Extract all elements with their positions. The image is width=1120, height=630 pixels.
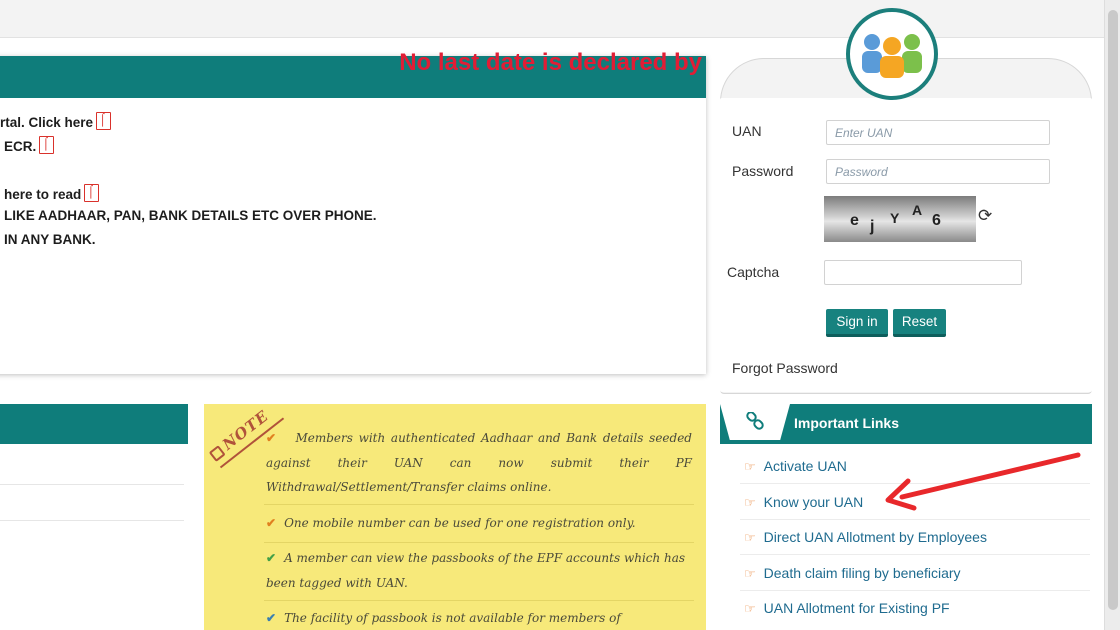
refresh-icon[interactable]: ⟳ bbox=[978, 206, 992, 226]
left-lower-card bbox=[0, 404, 188, 630]
link-text[interactable]: Activate UAN bbox=[764, 458, 847, 474]
pdf-icon[interactable] bbox=[39, 136, 55, 154]
link-text[interactable]: Know your UAN bbox=[764, 494, 864, 510]
notice-text: ECR. bbox=[4, 139, 37, 154]
link-icon bbox=[746, 411, 764, 430]
notice-text: here to read bbox=[4, 187, 82, 202]
divider bbox=[264, 600, 694, 601]
captcha-input[interactable] bbox=[824, 260, 1022, 285]
captcha-char: A bbox=[912, 202, 923, 218]
link-death-claim[interactable]: ☞ Death claim filing by beneficiary bbox=[744, 565, 1089, 582]
note-item: ✔ One mobile number can be used for one r… bbox=[266, 511, 692, 536]
pencil-icon bbox=[208, 445, 226, 462]
check-icon: ✔ bbox=[266, 516, 277, 530]
pointing-hand-icon: ☞ bbox=[744, 601, 756, 616]
link-direct-uan-allotment[interactable]: ☞ Direct UAN Allotment by Employees bbox=[744, 529, 1089, 546]
link-text[interactable]: UAN Allotment for Existing PF bbox=[764, 600, 950, 616]
note-card: NOTE ✔ Members with authenticated Aadhaa… bbox=[204, 404, 706, 630]
members-logo-icon bbox=[846, 8, 938, 100]
captcha-image: e j Y A 6 bbox=[824, 196, 976, 242]
note-item: ✔ The facility of passbook is not availab… bbox=[266, 606, 692, 630]
uan-label: UAN bbox=[732, 123, 762, 139]
browser-top-strip bbox=[0, 0, 1104, 38]
password-label: Password bbox=[732, 163, 794, 179]
note-item-text: A member can view the passbooks of the E… bbox=[266, 551, 686, 590]
notice-line: LIKE AADHAAR, PAN, BANK DETAILS ETC OVER… bbox=[4, 208, 377, 223]
divider bbox=[740, 554, 1090, 555]
divider bbox=[740, 483, 1090, 484]
notice-line: IN ANY BANK. bbox=[4, 232, 96, 247]
captcha-char: 6 bbox=[932, 212, 941, 229]
pointing-hand-icon: ☞ bbox=[744, 530, 756, 545]
divider bbox=[740, 519, 1090, 520]
divider bbox=[0, 484, 184, 485]
note-item: ✔ A member can view the passbooks of the … bbox=[266, 546, 692, 595]
sign-in-button[interactable]: Sign in bbox=[826, 309, 888, 337]
reset-button[interactable]: Reset bbox=[893, 309, 946, 337]
divider bbox=[740, 590, 1090, 591]
important-links-header: Important Links bbox=[720, 404, 1092, 444]
notice-text: rtal. Click here bbox=[0, 115, 94, 130]
link-activate-uan[interactable]: ☞ Activate UAN bbox=[744, 458, 1089, 475]
check-icon: ✔ bbox=[266, 611, 277, 625]
pointing-hand-icon: ☞ bbox=[744, 495, 756, 510]
captcha-char: j bbox=[870, 218, 875, 235]
announcement-marquee: No last date is declared by bbox=[399, 49, 702, 76]
notice-line[interactable]: here to read bbox=[4, 184, 100, 202]
link-know-your-uan[interactable]: ☞ Know your UAN bbox=[744, 494, 1089, 511]
divider bbox=[0, 520, 184, 521]
note-item-text: One mobile number can be used for one re… bbox=[284, 516, 636, 530]
pointing-hand-icon: ☞ bbox=[744, 566, 756, 581]
captcha-label: Captcha bbox=[727, 264, 780, 280]
pdf-icon[interactable] bbox=[96, 112, 112, 130]
check-icon: ✔ bbox=[266, 431, 277, 445]
notice-line[interactable]: rtal. Click here bbox=[0, 112, 112, 130]
captcha-char: Y bbox=[890, 210, 900, 226]
pdf-icon[interactable] bbox=[84, 184, 100, 202]
important-links-card: Important Links ☞ Activate UAN ☞ Know your… bbox=[720, 404, 1092, 630]
pointing-hand-icon: ☞ bbox=[744, 459, 756, 474]
uan-input[interactable] bbox=[826, 120, 1050, 145]
page-scrollbar[interactable] bbox=[1104, 0, 1120, 630]
scrollbar-thumb[interactable] bbox=[1108, 10, 1118, 610]
note-item-text: The facility of passbook is not availabl… bbox=[284, 611, 621, 625]
link-uan-allotment-existing-pf[interactable]: ☞ UAN Allotment for Existing PF bbox=[744, 600, 1089, 617]
divider bbox=[264, 504, 694, 505]
captcha-char: e bbox=[850, 212, 859, 229]
check-icon: ✔ bbox=[266, 551, 277, 565]
link-text[interactable]: Death claim filing by beneficiary bbox=[764, 565, 961, 581]
notice-text: LIKE AADHAAR, PAN, BANK DETAILS ETC OVER… bbox=[4, 208, 377, 223]
password-input[interactable] bbox=[826, 159, 1050, 184]
forgot-password-link[interactable]: Forgot Password bbox=[732, 360, 838, 376]
divider bbox=[264, 542, 694, 543]
note-item-text: Members with authenticated Aadhaar and B… bbox=[266, 431, 692, 494]
notice-line[interactable]: ECR. bbox=[4, 136, 55, 154]
important-links-title: Important Links bbox=[794, 415, 900, 431]
left-lower-header-bar bbox=[0, 404, 188, 444]
note-item: ✔ Members with authenticated Aadhaar and… bbox=[266, 426, 692, 500]
link-text[interactable]: Direct UAN Allotment by Employees bbox=[764, 529, 987, 545]
notice-text: IN ANY BANK. bbox=[4, 232, 96, 247]
